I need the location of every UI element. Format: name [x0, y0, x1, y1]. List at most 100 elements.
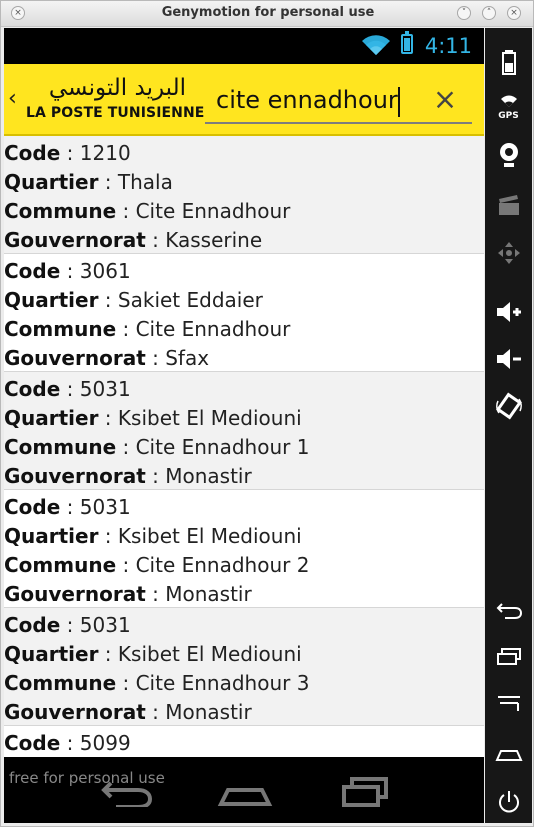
gouvernorat-label: Gouvernorat: [4, 464, 146, 488]
recent-apps-icon[interactable]: [337, 773, 395, 807]
code-line: Code : 5031: [4, 377, 131, 401]
search-input[interactable]: [216, 82, 420, 118]
commune-label: Commune: [4, 199, 117, 223]
status-clock: 4:11: [424, 34, 472, 58]
gouvernorat-value: Sfax: [165, 346, 210, 370]
commune-line: Commune : Cite Ennadhour: [4, 199, 291, 223]
list-item[interactable]: Code : 5031 Quartier : Ksibet El Medioun…: [4, 490, 484, 608]
android-navigation-bar: [4, 757, 484, 823]
code-value: 5031: [79, 377, 131, 401]
code-value: 3061: [79, 259, 131, 283]
gouvernorat-label: Gouvernorat: [4, 582, 146, 606]
commune-value: Cite Ennadhour: [135, 199, 291, 223]
list-item[interactable]: Code : 3061 Quartier : Sakiet Eddaier Co…: [4, 254, 484, 372]
gouvernorat-line: Gouvernorat : Sfax: [4, 346, 210, 370]
list-item[interactable]: Code : 5031 Quartier : Ksibet El Medioun…: [4, 608, 484, 726]
quartier-label: Quartier: [4, 288, 99, 312]
code-label: Code: [4, 377, 61, 401]
quartier-value: Ksibet El Mediouni: [117, 524, 302, 548]
commune-line: Commune : Cite Ennadhour 1: [4, 435, 310, 459]
commune-label: Commune: [4, 553, 117, 577]
back-icon[interactable]: [485, 588, 532, 632]
code-label: Code: [4, 259, 61, 283]
code-line: Code : 5031: [4, 495, 131, 519]
device-screen: 4:11 ‹ البريد التونسي LA POSTE TUNISIENN…: [4, 28, 484, 823]
code-value: 5031: [79, 613, 131, 637]
code-value: 5099: [79, 731, 131, 755]
list-item[interactable]: Code : 5031 Quartier : Ksibet El Medioun…: [4, 372, 484, 490]
quartier-label: Quartier: [4, 170, 99, 194]
quartier-value: Sakiet Eddaier: [117, 288, 263, 312]
list-item[interactable]: Code : 5099: [4, 726, 484, 756]
gps-icon[interactable]: GPS: [485, 86, 532, 130]
window-close-right-button[interactable]: ×: [507, 6, 521, 20]
code-line: Code : 5099: [4, 731, 131, 755]
commune-label: Commune: [4, 671, 117, 695]
quartier-line: Quartier : Ksibet El Mediouni: [4, 406, 302, 430]
commune-value: Cite Ennadhour 1: [135, 435, 310, 459]
watermark-text: free for personal use: [9, 769, 165, 787]
commune-line: Commune : Cite Ennadhour 3: [4, 671, 310, 695]
commune-value: Cite Ennadhour 2: [135, 553, 310, 577]
search-field[interactable]: ×: [205, 78, 472, 124]
gouvernorat-value: Monastir: [165, 700, 252, 724]
logo-arabic: البريد التونسي: [48, 75, 186, 101]
camera-icon[interactable]: [485, 133, 532, 177]
gouvernorat-label: Gouvernorat: [4, 228, 146, 252]
app-toolbar: ‹ البريد التونسي LA POSTE TUNISIENNE ×: [4, 64, 484, 136]
window-titlebar: × Genymotion for personal use ˅ ˄ ×: [1, 1, 533, 27]
window-minimize-button[interactable]: ˅: [457, 6, 471, 20]
commune-value: Cite Ennadhour 3: [135, 671, 310, 695]
power-icon[interactable]: [485, 780, 532, 824]
results-list[interactable]: Code : 1210 Quartier : Thala Commune : C…: [4, 136, 484, 757]
logo-french: LA POSTE TUNISIENNE: [26, 105, 205, 121]
home-icon[interactable]: [485, 730, 532, 774]
commune-label: Commune: [4, 435, 117, 459]
quartier-value: Ksibet El Mediouni: [117, 642, 302, 666]
quartier-label: Quartier: [4, 642, 99, 666]
menu-icon[interactable]: [485, 682, 532, 726]
recent-apps-icon[interactable]: [485, 635, 532, 679]
quartier-value: Thala: [117, 170, 173, 194]
code-line: Code : 5031: [4, 613, 131, 637]
video-icon[interactable]: [485, 182, 532, 226]
code-label: Code: [4, 141, 61, 165]
status-bar: 4:11: [4, 28, 484, 64]
code-label: Code: [4, 613, 61, 637]
wifi-icon: [362, 35, 390, 55]
gouvernorat-value: Kasserine: [165, 228, 263, 252]
volume-down-icon[interactable]: [485, 337, 532, 381]
home-icon[interactable]: [216, 773, 274, 807]
chevron-left-icon[interactable]: ‹: [8, 88, 17, 110]
commune-line: Commune : Cite Ennadhour: [4, 317, 291, 341]
quartier-label: Quartier: [4, 524, 99, 548]
emulator-window: × Genymotion for personal use ˅ ˄ × 4:11…: [0, 0, 534, 827]
quartier-line: Quartier : Sakiet Eddaier: [4, 288, 263, 312]
commune-label: Commune: [4, 317, 117, 341]
gouvernorat-line: Gouvernorat : Monastir: [4, 464, 252, 488]
close-icon[interactable]: ×: [431, 80, 459, 118]
code-label: Code: [4, 731, 61, 755]
volume-up-icon[interactable]: [485, 290, 532, 334]
gouvernorat-line: Gouvernorat : Monastir: [4, 700, 252, 724]
battery-icon[interactable]: [485, 40, 532, 84]
battery-icon: [401, 31, 413, 54]
dpad-icon[interactable]: [485, 231, 532, 275]
code-value: 5031: [79, 495, 131, 519]
gps-label: GPS: [498, 111, 519, 121]
code-value: 1210: [79, 141, 131, 165]
gouvernorat-line: Gouvernorat : Monastir: [4, 582, 252, 606]
quartier-value: Ksibet El Mediouni: [117, 406, 302, 430]
gouvernorat-value: Monastir: [165, 582, 252, 606]
gouvernorat-label: Gouvernorat: [4, 346, 146, 370]
commune-value: Cite Ennadhour: [135, 317, 291, 341]
list-item[interactable]: Code : 1210 Quartier : Thala Commune : C…: [4, 136, 484, 254]
gouvernorat-line: Gouvernorat : Kasserine: [4, 228, 263, 252]
gouvernorat-label: Gouvernorat: [4, 700, 146, 724]
window-maximize-button[interactable]: ˄: [482, 6, 496, 20]
quartier-label: Quartier: [4, 406, 99, 430]
quartier-line: Quartier : Thala: [4, 170, 173, 194]
code-label: Code: [4, 495, 61, 519]
rotate-icon[interactable]: [485, 384, 532, 428]
quartier-line: Quartier : Ksibet El Mediouni: [4, 642, 302, 666]
